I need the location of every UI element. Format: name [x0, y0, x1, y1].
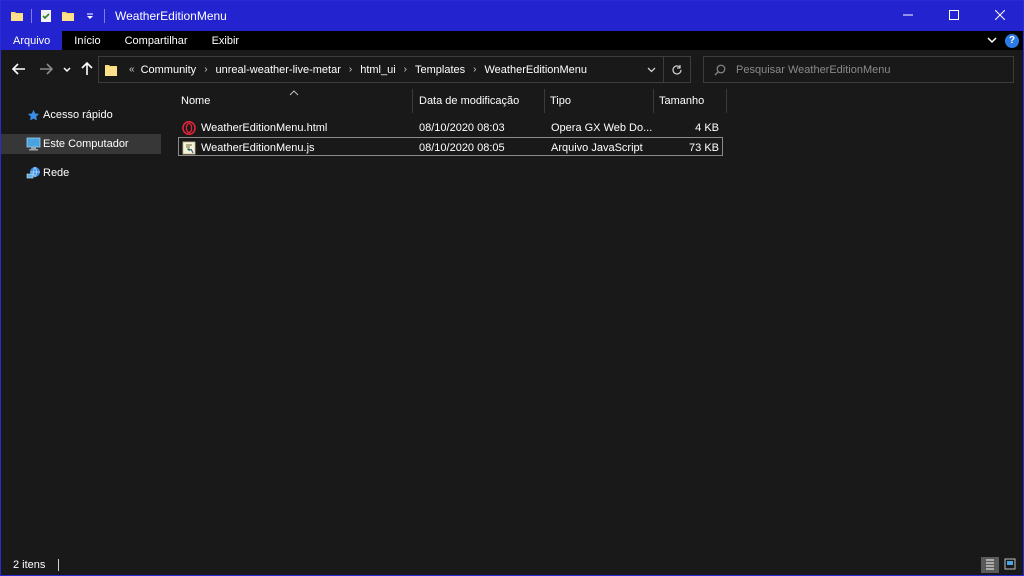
breadcrumb-overflow[interactable]: « — [129, 64, 135, 75]
file-size: 4 KB — [695, 121, 719, 134]
new-folder-icon[interactable] — [60, 8, 76, 24]
tab-inicio[interactable]: Início — [62, 31, 112, 50]
star-icon — [25, 107, 41, 123]
file-name-cell: WeatherEditionMenu.js — [181, 138, 411, 157]
details-view-button[interactable] — [981, 557, 999, 573]
item-count: 2 itens — [13, 559, 46, 571]
column-header-nome[interactable]: Nome — [176, 89, 413, 113]
search-input[interactable]: Pesquisar WeatherEditionMenu — [703, 56, 1014, 83]
customize-dropdown-icon[interactable] — [82, 8, 98, 24]
close-button[interactable] — [977, 1, 1023, 31]
title-bar: WeatherEditionMenu — [1, 1, 1023, 31]
minimize-icon — [903, 10, 913, 23]
tab-arquivo[interactable]: Arquivo — [1, 31, 63, 50]
sidebar-item-label: Acesso rápido — [43, 109, 113, 121]
help-icon[interactable]: ? — [1005, 33, 1019, 48]
maximize-icon — [949, 9, 959, 23]
file-modified: 08/10/2020 08:03 — [419, 121, 505, 134]
search-icon — [714, 64, 726, 76]
back-button[interactable] — [9, 60, 29, 80]
forward-arrow-icon — [39, 62, 54, 78]
folder-icon[interactable] — [9, 8, 25, 24]
back-arrow-icon — [11, 62, 26, 78]
address-bar[interactable]: « Community › unreal-weather-live-metar … — [98, 56, 691, 83]
breadcrumb-templates[interactable]: Templates — [415, 64, 465, 76]
refresh-icon[interactable] — [664, 64, 690, 76]
address-actions — [639, 56, 690, 83]
ribbon-tabs: Arquivo Início Compartilhar Exibir ? — [1, 31, 1023, 50]
address-history-chevron-icon[interactable] — [639, 67, 663, 73]
properties-check-icon[interactable] — [38, 8, 54, 24]
details-view-icon — [985, 558, 995, 573]
expand-ribbon-icon[interactable] — [987, 35, 997, 47]
breadcrumb-community[interactable]: Community — [141, 64, 197, 76]
breadcrumb-weathereditionmenu[interactable]: WeatherEditionMenu — [485, 64, 588, 76]
column-header-tamanho[interactable]: Tamanho — [654, 89, 726, 113]
file-name: WeatherEditionMenu.js — [201, 141, 315, 154]
maximize-button[interactable] — [931, 1, 977, 31]
minimize-button[interactable] — [885, 1, 931, 31]
breadcrumb-separator[interactable]: › — [349, 64, 352, 75]
column-header-tipo[interactable]: Tipo — [545, 89, 653, 113]
column-header-data-de-modificacao[interactable]: Data de modificação — [414, 89, 545, 113]
sidebar-item-label: Este Computador — [43, 138, 129, 150]
breadcrumb-separator[interactable]: › — [204, 64, 207, 75]
breadcrumb-html-ui[interactable]: html_ui — [360, 64, 395, 76]
file-name: WeatherEditionMenu.html — [201, 121, 328, 134]
javascript-file-icon — [181, 140, 197, 156]
view-switcher — [979, 557, 1019, 573]
window-controls — [885, 1, 1023, 31]
column-divider[interactable] — [726, 89, 727, 113]
breadcrumb-separator[interactable]: › — [404, 64, 407, 75]
status-bar: 2 itens — [1, 555, 1023, 575]
file-type: Opera GX Web Do... — [551, 121, 653, 134]
computer-icon — [25, 136, 41, 152]
file-explorer-window: WeatherEditionMenu Arquivo Início Compar… — [0, 0, 1024, 576]
close-icon — [994, 9, 1006, 23]
sidebar-item-label: Rede — [43, 167, 70, 179]
up-arrow-icon — [81, 61, 93, 79]
folder-icon — [103, 62, 119, 78]
forward-button[interactable] — [36, 60, 56, 80]
navigation-pane: Acesso rápido Este Computador Rede — [1, 89, 163, 555]
large-icons-view-icon — [1004, 558, 1016, 573]
table-row[interactable]: WeatherEditionMenu.html 08/10/2020 08:03… — [178, 118, 723, 137]
divider — [58, 559, 60, 571]
network-icon — [25, 165, 41, 181]
file-name-cell: WeatherEditionMenu.html — [181, 118, 411, 137]
up-button[interactable] — [78, 60, 96, 80]
file-type: Arquivo JavaScript — [551, 141, 643, 154]
separator — [31, 9, 32, 23]
sidebar-item-este-computador[interactable]: Este Computador — [1, 134, 161, 154]
window-title: WeatherEditionMenu — [115, 9, 227, 23]
search-placeholder: Pesquisar WeatherEditionMenu — [736, 63, 891, 76]
separator — [104, 9, 105, 23]
large-icons-view-button[interactable] — [1001, 557, 1019, 573]
table-row[interactable]: WeatherEditionMenu.js 08/10/2020 08:05 A… — [178, 137, 723, 156]
quick-access-toolbar — [1, 1, 111, 31]
tab-compartilhar[interactable]: Compartilhar — [113, 31, 200, 50]
column-divider[interactable] — [412, 89, 413, 113]
chevron-down-icon — [63, 64, 71, 76]
recent-locations-button[interactable] — [61, 60, 73, 80]
sidebar-item-rede[interactable]: Rede — [1, 163, 161, 183]
ribbon-right: ? — [987, 31, 1019, 50]
file-size: 73 KB — [689, 141, 719, 154]
file-modified: 08/10/2020 08:05 — [419, 141, 505, 154]
file-list: Nome Data de modificação Tipo Tamanho We… — [164, 89, 1023, 555]
breadcrumb: « Community › unreal-weather-live-metar … — [121, 57, 639, 82]
tab-exibir[interactable]: Exibir — [200, 31, 252, 50]
breadcrumb-unreal-weather-live-metar[interactable]: unreal-weather-live-metar — [216, 64, 341, 76]
breadcrumb-separator[interactable]: › — [473, 64, 476, 75]
sidebar-item-acesso-rapido[interactable]: Acesso rápido — [1, 105, 161, 125]
opera-gx-icon — [181, 120, 197, 136]
